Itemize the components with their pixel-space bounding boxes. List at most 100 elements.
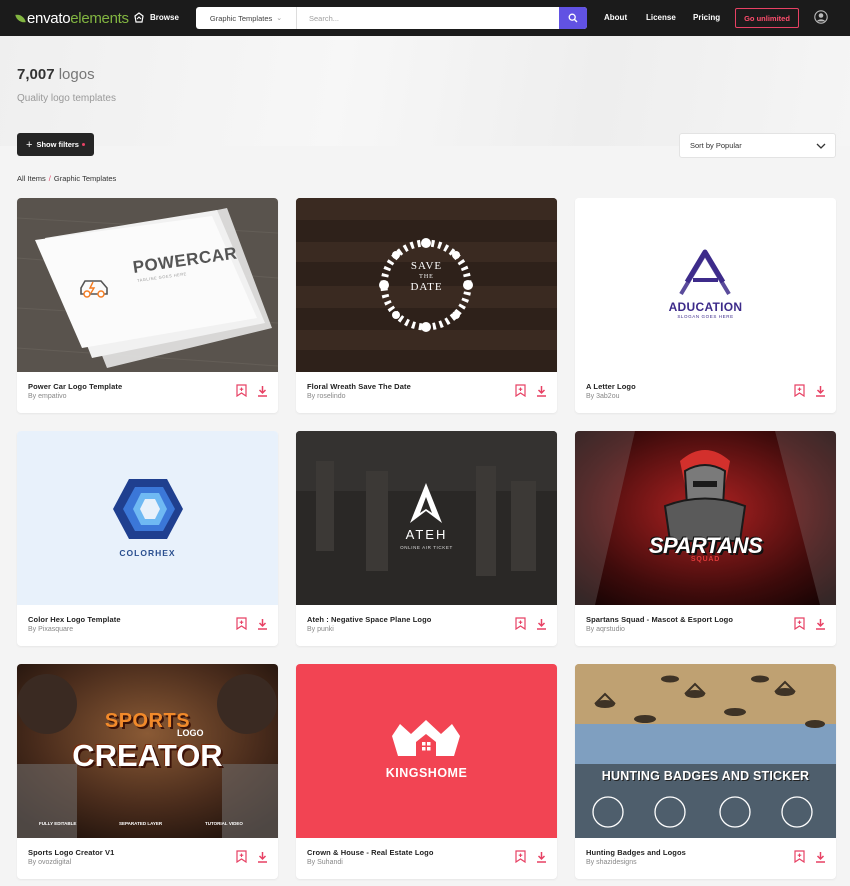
- download-icon[interactable]: [257, 851, 268, 863]
- logo-word-envato: envato: [27, 10, 71, 27]
- envato-elements-logo[interactable]: envato elements: [15, 10, 129, 27]
- item-thumbnail[interactable]: [17, 431, 278, 605]
- show-filters-button[interactable]: + Show filters: [17, 133, 94, 156]
- browse-button[interactable]: Browse: [133, 11, 179, 23]
- user-account-icon[interactable]: [814, 10, 828, 24]
- nav-pricing-link[interactable]: Pricing: [693, 13, 720, 22]
- breadcrumb-all-items[interactable]: All Items: [17, 174, 46, 183]
- author-link[interactable]: Suhandi: [317, 859, 343, 866]
- item-card[interactable]: SPARTANS SQUAD Spartans Squad - Mascot &…: [575, 431, 836, 646]
- bookmark-icon[interactable]: [236, 617, 247, 630]
- thumbnail-wreath-text: SAVE THE DATE: [410, 260, 443, 293]
- item-title[interactable]: A Letter Logo: [586, 382, 636, 391]
- bookmark-icon[interactable]: [794, 384, 805, 397]
- result-unit: logos: [58, 66, 95, 83]
- item-author: By shazidesigns: [586, 859, 637, 866]
- item-author: By Suhandi: [307, 859, 343, 866]
- nav-license-link[interactable]: License: [646, 13, 676, 22]
- item-title[interactable]: Hunting Badges and Logos: [586, 848, 686, 857]
- item-author: By 3ab2ou: [586, 393, 620, 400]
- chevron-down-icon: ⌄: [276, 15, 283, 22]
- page-title: 7,007 logos: [17, 66, 95, 83]
- author-link[interactable]: aqrstudio: [596, 626, 625, 633]
- bookmark-icon[interactable]: [794, 850, 805, 863]
- author-link[interactable]: Pixasquare: [38, 626, 73, 633]
- search-button[interactable]: [559, 7, 587, 29]
- item-title[interactable]: Floral Wreath Save The Date: [307, 382, 411, 391]
- author-link[interactable]: 3ab2ou: [596, 393, 619, 400]
- thumbnail-feature-3: TUTORIAL VIDEO: [205, 821, 243, 826]
- bookmark-icon[interactable]: [515, 384, 526, 397]
- author-link[interactable]: shazidesigns: [596, 859, 636, 866]
- item-title[interactable]: Power Car Logo Template: [28, 382, 122, 391]
- bookmark-icon[interactable]: [794, 617, 805, 630]
- go-unlimited-button[interactable]: Go unlimited: [735, 8, 799, 28]
- item-card[interactable]: POWERCAR TAGLINE GOES HERE Power Car Log…: [17, 198, 278, 413]
- thumbnail-tagline: SLOGAN GOES HERE: [677, 314, 734, 319]
- item-card[interactable]: COLORHEX Color Hex Logo Template By Pixa…: [17, 431, 278, 646]
- item-thumbnail[interactable]: [296, 664, 557, 838]
- download-icon[interactable]: [815, 851, 826, 863]
- bookmark-icon[interactable]: [236, 384, 247, 397]
- item-author: By punki: [307, 626, 334, 633]
- breadcrumb-separator: /: [48, 174, 51, 183]
- download-icon[interactable]: [536, 385, 547, 397]
- thumbnail-logo-text: ADUCATION: [668, 300, 743, 314]
- page-subtitle: Quality logo templates: [17, 93, 116, 104]
- search-icon: [568, 13, 578, 23]
- top-navigation-bar: envato elements Browse Graphic Templates…: [0, 0, 850, 36]
- item-author: By aqrstudio: [586, 626, 625, 633]
- item-author: By Pixasquare: [28, 626, 74, 633]
- bookmark-icon[interactable]: [236, 850, 247, 863]
- item-author: By ovozdigital: [28, 859, 72, 866]
- download-icon[interactable]: [257, 618, 268, 630]
- author-link[interactable]: empativo: [38, 393, 66, 400]
- breadcrumb-current: Graphic Templates: [53, 174, 117, 183]
- thumbnail-tagline: SQUAD: [690, 556, 721, 563]
- download-icon[interactable]: [536, 851, 547, 863]
- item-thumbnail[interactable]: [575, 198, 836, 372]
- breadcrumb: All Items / Graphic Templates: [17, 174, 116, 183]
- item-thumbnail[interactable]: [17, 198, 278, 372]
- leaf-icon: [15, 13, 26, 24]
- author-link[interactable]: ovozdigital: [38, 859, 71, 866]
- item-card[interactable]: KINGSHOME Crown & House - Real Estate Lo…: [296, 664, 557, 879]
- item-title[interactable]: Sports Logo Creator V1: [28, 848, 114, 857]
- item-thumbnail[interactable]: [575, 664, 836, 838]
- author-link[interactable]: punki: [317, 626, 334, 633]
- item-thumbnail[interactable]: [575, 431, 836, 605]
- item-card[interactable]: ADUCATION SLOGAN GOES HERE A Letter Logo…: [575, 198, 836, 413]
- thumbnail-feature-2: SEPARATED LAYER: [119, 821, 163, 826]
- thumbnail-logo-text: HUNTING BADGES AND STICKER: [601, 769, 810, 783]
- search-input[interactable]: [297, 7, 559, 29]
- item-card[interactable]: SPORTS LOGO CREATOR FULLY EDITABLE SEPAR…: [17, 664, 278, 879]
- item-author: By roselindo: [307, 393, 346, 400]
- item-card[interactable]: SAVE THE DATE Floral Wreath Save The Dat…: [296, 198, 557, 413]
- sort-label: Sort by Popular: [690, 141, 742, 150]
- bookmark-icon[interactable]: [515, 850, 526, 863]
- item-card[interactable]: ATEH ONLINE AIR TICKET Ateh : Negative S…: [296, 431, 557, 646]
- thumbnail-tagline: ONLINE AIR TICKET: [400, 545, 453, 550]
- download-icon[interactable]: [815, 385, 826, 397]
- result-count: 7,007: [17, 66, 55, 83]
- item-author: By empativo: [28, 393, 67, 400]
- item-thumbnail[interactable]: [296, 431, 557, 605]
- show-filters-label: Show filters: [36, 140, 79, 149]
- item-card[interactable]: HUNTING BADGES AND STICKER Hunting Badge…: [575, 664, 836, 879]
- author-link[interactable]: roselindo: [317, 393, 345, 400]
- download-icon[interactable]: [815, 618, 826, 630]
- item-title[interactable]: Crown & House - Real Estate Logo: [307, 848, 434, 857]
- item-title[interactable]: Color Hex Logo Template: [28, 615, 121, 624]
- item-title[interactable]: Spartans Squad - Mascot & Esport Logo: [586, 615, 733, 624]
- browse-label: Browse: [150, 12, 179, 22]
- thumbnail-line-3: CREATOR: [72, 738, 223, 773]
- category-select[interactable]: Graphic Templates ⌄: [196, 7, 297, 29]
- nav-about-link[interactable]: About: [604, 13, 627, 22]
- item-title[interactable]: Ateh : Negative Space Plane Logo: [307, 615, 431, 624]
- bookmark-icon[interactable]: [515, 617, 526, 630]
- download-icon[interactable]: [257, 385, 268, 397]
- download-icon[interactable]: [536, 618, 547, 630]
- thumbnail-line-1: SPORTS: [104, 710, 191, 732]
- sort-dropdown[interactable]: Sort by Popular: [679, 133, 836, 158]
- category-label: Graphic Templates: [209, 13, 273, 23]
